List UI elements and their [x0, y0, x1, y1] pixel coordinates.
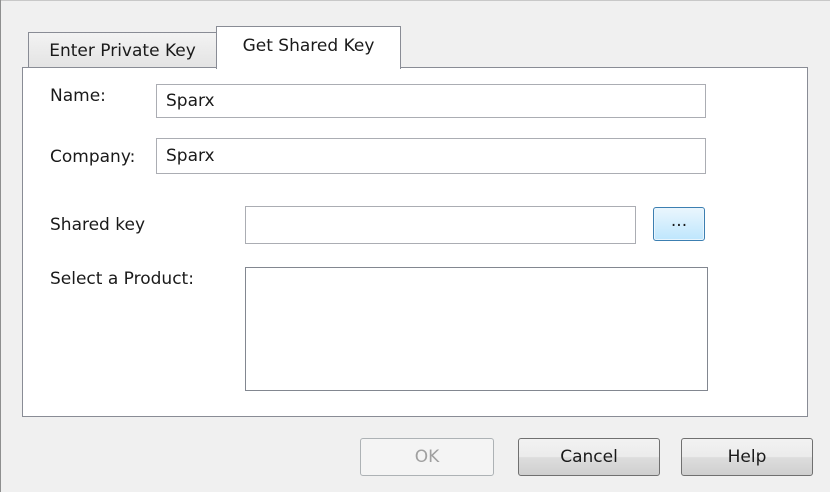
company-field[interactable]: Sparx	[156, 138, 706, 174]
tab-enter-private-key[interactable]: Enter Private Key	[28, 32, 217, 68]
help-button-label: Help	[727, 447, 767, 467]
tab-get-shared-key[interactable]: Get Shared Key	[216, 26, 401, 69]
cancel-button-label: Cancel	[560, 447, 618, 467]
tab-enter-private-key-label: Enter Private Key	[49, 40, 196, 61]
name-field-value: Sparx	[166, 91, 215, 111]
shared-key-field[interactable]	[245, 206, 636, 244]
window-left-border	[0, 0, 1, 492]
name-field[interactable]: Sparx	[156, 84, 706, 118]
window-top-border	[0, 0, 830, 1]
ok-button-label: OK	[414, 447, 440, 467]
company-field-value: Sparx	[166, 146, 215, 166]
browse-button[interactable]: ...	[653, 207, 705, 241]
cancel-button[interactable]: Cancel	[518, 438, 660, 476]
select-product-label: Select a Product:	[50, 269, 194, 289]
tab-get-shared-key-label: Get Shared Key	[242, 36, 375, 56]
company-label: Company:	[50, 147, 136, 167]
product-listbox[interactable]	[245, 267, 708, 391]
help-button[interactable]: Help	[681, 438, 813, 476]
shared-key-label: Shared key	[50, 215, 146, 235]
tab-panel: Name: Sparx Company: Sparx Shared key ..…	[22, 67, 808, 417]
browse-button-label: ...	[670, 211, 688, 231]
ok-button[interactable]: OK	[360, 438, 494, 476]
name-label: Name:	[50, 86, 106, 106]
